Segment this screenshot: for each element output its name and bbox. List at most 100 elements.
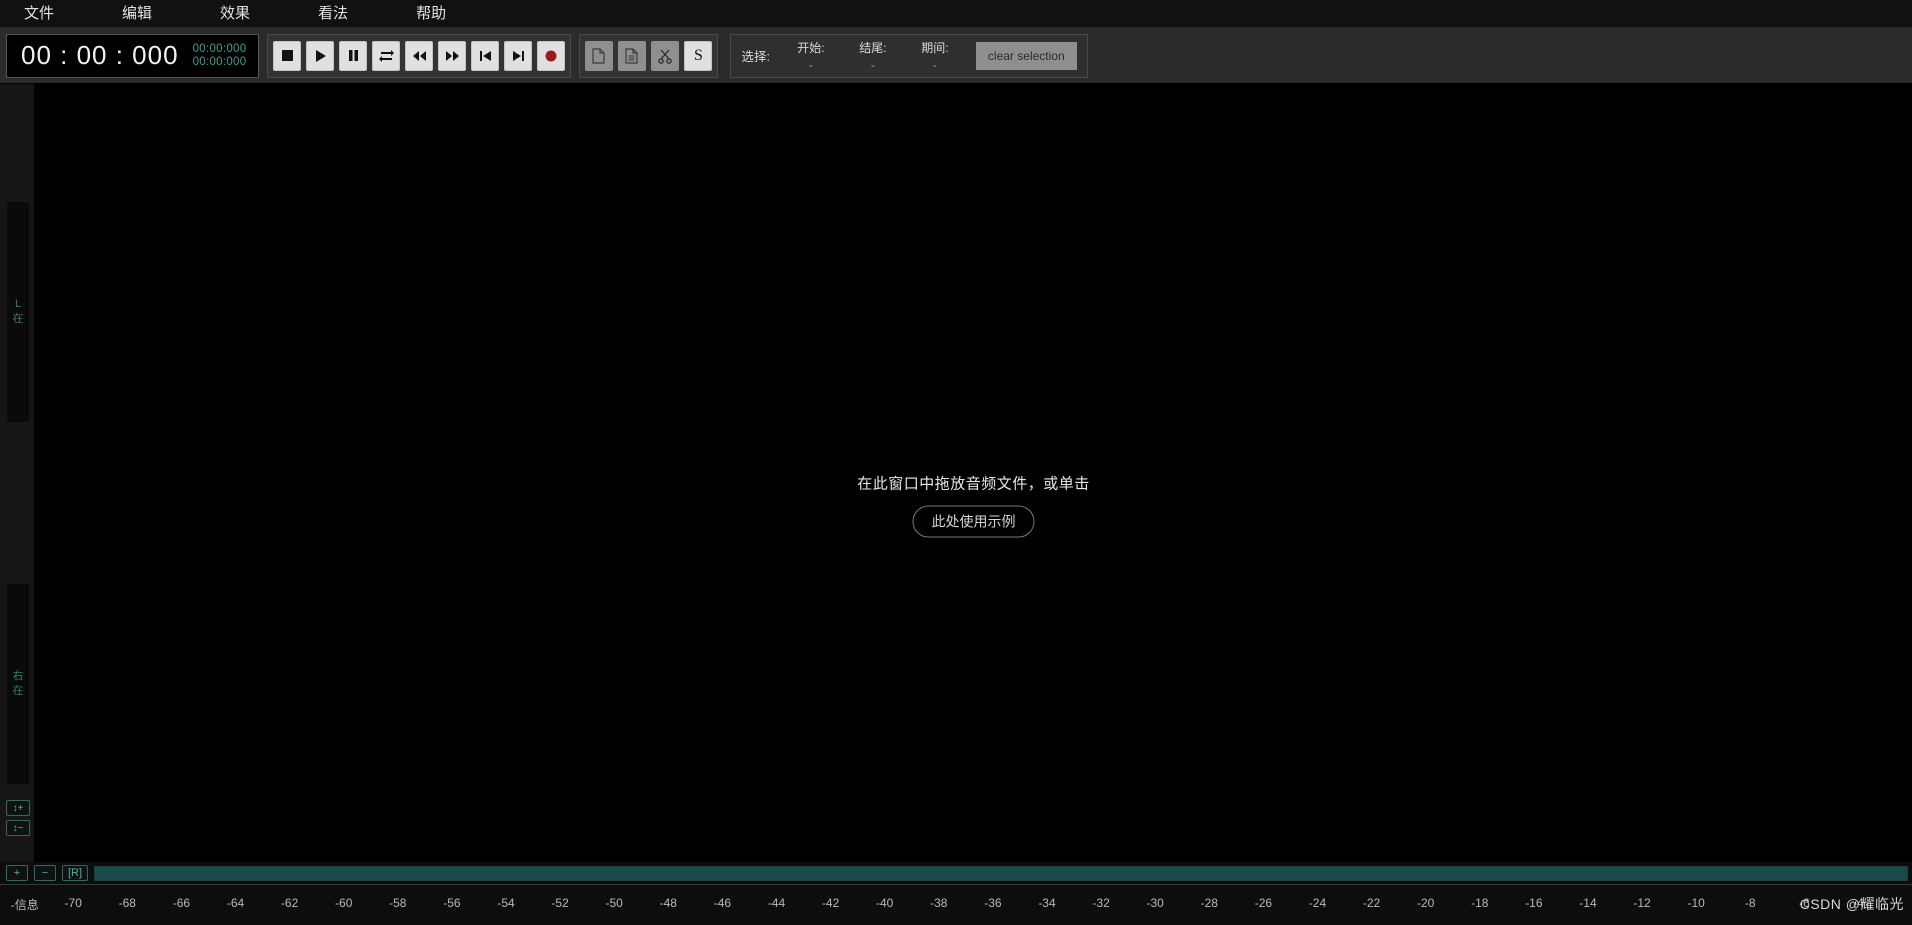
skip-end-icon	[512, 50, 525, 62]
main-time-readout: 00 : 00 : 000	[21, 40, 179, 70]
horizontal-zoom-out-button[interactable]: −	[34, 865, 56, 881]
drop-instruction-text: 在此窗口中拖放音频文件，或单击	[857, 475, 1090, 492]
ruler-tick-label: -36	[984, 896, 1002, 910]
selection-start: 开始: -	[790, 39, 832, 72]
ruler-tick-label: -22	[1362, 896, 1381, 910]
ruler-tick-label: -50	[605, 896, 623, 910]
meter-right-label-line2: 在	[12, 685, 24, 697]
ruler-tick-label: -28	[1200, 896, 1218, 910]
ruler-tick-label: -34	[1038, 896, 1056, 910]
skip-start-icon	[479, 50, 492, 62]
waveform-canvas[interactable]: 在此窗口中拖放音频文件，或单击 此处使用示例	[35, 84, 1912, 925]
rewind-icon	[412, 50, 427, 62]
stop-button[interactable]	[273, 40, 302, 71]
ruler-tick-label: -44	[767, 896, 786, 910]
horizontal-zoom-row: + − [R]	[0, 862, 1912, 884]
copy-icon	[592, 47, 606, 64]
selection-duration-label: 期间:	[921, 41, 949, 55]
transport-controls	[267, 33, 572, 78]
ruler-tick-label: -12	[1633, 896, 1651, 910]
ruler-tick-label: -16	[1525, 896, 1543, 910]
clear-selection-button[interactable]: clear selection	[975, 41, 1077, 70]
zoom-reset-button[interactable]: [R]	[62, 865, 89, 881]
ruler-tick-label: -54	[497, 896, 515, 910]
fast-forward-icon	[445, 50, 460, 62]
secondary-time-top: 00:00:000	[192, 43, 247, 55]
ruler-tick-label: -60	[335, 896, 353, 910]
db-ruler: -信息 -70 -68 -66 -64 -62 -60 -58 -56 -54 -52 -50 -48 -…	[0, 884, 1912, 925]
use-sample-button[interactable]: 此处使用示例	[912, 505, 1035, 537]
menu-effects[interactable]: 效果	[210, 0, 260, 28]
play-icon	[314, 49, 327, 63]
level-meter-right: 右 在	[7, 584, 29, 784]
drop-message: 在此窗口中拖放音频文件，或单击 此处使用示例	[35, 472, 1912, 537]
skip-start-button[interactable]	[471, 40, 500, 71]
ruler-tick-label: -48	[659, 896, 677, 910]
ruler-tick-label: -24	[1308, 896, 1327, 910]
ruler-tick-label: -30	[1146, 896, 1164, 910]
level-meter-left: L 在	[7, 202, 29, 422]
fast-forward-button[interactable]	[438, 40, 467, 71]
ruler-tick-label: -32	[1092, 896, 1110, 910]
ruler-tick-label: -14	[1579, 896, 1597, 910]
ruler-tick-label: -70	[64, 896, 82, 910]
meter-right-label-line1: 右	[12, 670, 24, 682]
record-button[interactable]	[537, 40, 566, 71]
selection-label: 选择:	[741, 50, 770, 64]
meter-left-label-line1: L	[14, 298, 22, 310]
ruler-tick-label: -42	[821, 896, 840, 910]
selection-duration-value: -	[932, 58, 937, 72]
pause-button[interactable]	[339, 40, 368, 71]
secondary-time-bottom: 00:00:000	[192, 56, 247, 68]
selection-end-value: -	[870, 58, 875, 72]
ruler-tick-label: -38	[930, 896, 948, 910]
selection-panel: 选择: 开始: - 结尾: - 期间: - clear selection	[730, 33, 1088, 78]
cut-scissors-icon	[657, 48, 673, 64]
select-tool-button[interactable]: S	[684, 40, 713, 71]
pause-icon	[347, 49, 360, 62]
selection-end: 结尾: -	[852, 39, 894, 72]
secondary-time-readouts: 00:00:000 00:00:000	[193, 43, 247, 68]
record-icon	[544, 49, 558, 63]
copy-button[interactable]	[585, 40, 614, 71]
edit-tools: S	[579, 33, 719, 78]
selection-end-label: 结尾:	[859, 41, 887, 55]
horizontal-scrollbar[interactable]	[94, 865, 1908, 881]
rewind-button[interactable]	[405, 40, 434, 71]
paste-icon	[625, 47, 639, 64]
menu-file[interactable]: 文件	[14, 0, 64, 28]
selection-start-label: 开始:	[797, 41, 825, 55]
stop-icon	[281, 49, 294, 62]
selection-duration: 期间: -	[914, 39, 956, 72]
meter-left-label-line2: 在	[12, 313, 24, 325]
selection-start-value: -	[808, 58, 813, 72]
vertical-zoom-in-button[interactable]: ↕+	[6, 800, 30, 816]
paste-button[interactable]	[618, 40, 647, 71]
ruler-tick-label: -46	[713, 896, 732, 910]
menu-view[interactable]: 看法	[308, 0, 358, 28]
ruler-tick-label: -56	[443, 896, 461, 910]
loop-icon	[378, 49, 395, 63]
ruler-tick-label: -10	[1687, 896, 1705, 910]
play-button[interactable]	[306, 40, 335, 71]
ruler-tick-label: -20	[1417, 896, 1435, 910]
menu-bar: 文件 编辑 效果 看法 帮助	[0, 0, 1912, 28]
select-s-icon: S	[693, 46, 703, 64]
skip-end-button[interactable]	[504, 40, 533, 71]
ruler-tick-label: -68	[118, 896, 136, 910]
ruler-tick-label: -58	[389, 896, 407, 910]
main-area: L 在 右 在 ↕+ ↕− 在此窗口中拖放音频文件，或单击 此处使用示例 + −…	[0, 84, 1912, 925]
ruler-tick-label: -18	[1471, 896, 1489, 910]
loop-button[interactable]	[372, 40, 401, 71]
ruler-tick-label: -8	[1744, 896, 1756, 910]
horizontal-zoom-in-button[interactable]: +	[6, 865, 28, 881]
vertical-zoom-out-button[interactable]: ↕−	[6, 820, 30, 836]
cut-button[interactable]	[651, 40, 680, 71]
ruler-tick-label: -52	[551, 896, 569, 910]
ruler-tick-label: -40	[876, 896, 894, 910]
ruler-tick-label: -信息	[10, 898, 39, 912]
menu-edit[interactable]: 编辑	[112, 0, 162, 28]
watermark: CSDN @耀临光	[1799, 896, 1904, 912]
level-meters-sidebar: L 在 右 在 ↕+ ↕−	[0, 84, 35, 925]
menu-help[interactable]: 帮助	[406, 0, 456, 28]
